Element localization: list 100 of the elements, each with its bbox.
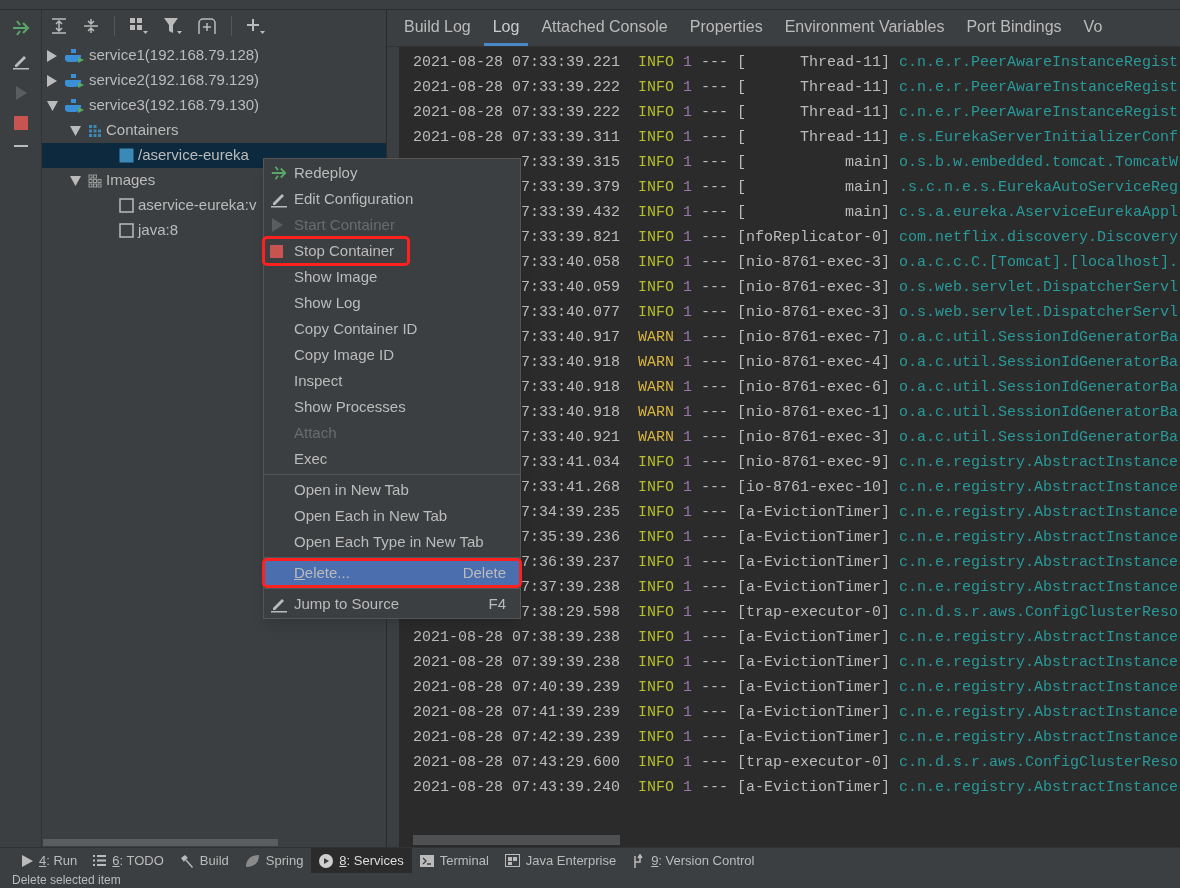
log-logger: c.n.e.registry.AbstractInstance <box>899 503 1179 523</box>
tool-window-button[interactable]: Java Enterprise <box>496 848 625 873</box>
log-pid: 1 <box>683 578 693 598</box>
log-separator: --- <box>701 278 729 298</box>
tab[interactable]: Environment Variables <box>775 10 954 46</box>
filter-icon[interactable] <box>163 17 183 35</box>
services-icon <box>319 853 334 868</box>
log-pid: 1 <box>683 603 693 623</box>
menu-item[interactable]: Stop Container <box>264 238 409 264</box>
log-thread: [nio-8761-exec-3] <box>737 278 891 298</box>
tree-item[interactable]: /aservice-eureka <box>138 144 249 167</box>
version-control-icon <box>632 853 646 868</box>
tree-item[interactable]: java:8 <box>138 219 179 242</box>
group-icon[interactable] <box>129 17 149 35</box>
log-level: WARN <box>638 328 674 348</box>
log-level: INFO <box>638 78 674 98</box>
log-timestamp: 2021-08-28 07:43:39.240 <box>412 778 620 798</box>
log-separator: --- <box>701 78 729 98</box>
log-level: INFO <box>638 153 674 173</box>
menu-item[interactable]: Edit Configuration <box>264 186 520 212</box>
expanded-arrow-icon[interactable] <box>46 100 58 111</box>
collapsed-arrow-icon[interactable] <box>47 74 57 87</box>
menu-item[interactable]: Inspect <box>264 368 520 394</box>
menu-item[interactable]: Copy Container ID <box>264 316 520 342</box>
menu-item[interactable]: Open Each Type in New Tab <box>264 529 520 555</box>
tool-window-button[interactable]: 4: Run <box>14 848 86 873</box>
log-separator: --- <box>701 178 729 198</box>
log-thread: [io-8761-exec-10] <box>737 478 891 498</box>
log-level: INFO <box>638 53 674 73</box>
log-timestamp: 7:37:39.238 <box>520 578 620 598</box>
tab[interactable]: Properties <box>680 10 772 46</box>
log-separator: --- <box>701 578 729 598</box>
log-thread: [ Thread-11] <box>737 128 891 148</box>
tool-window-button[interactable]: 9: Version Control <box>624 848 763 873</box>
menu-item[interactable]: Open in New Tab <box>264 477 520 503</box>
scrollbar[interactable] <box>43 838 278 846</box>
log-thread: [a-EvictionTimer] <box>737 653 891 673</box>
tree-item[interactable]: Images <box>106 169 156 192</box>
log-logger: c.n.e.registry.AbstractInstance <box>899 478 1179 498</box>
log-separator: --- <box>701 228 729 248</box>
log-timestamp: 7:33:40.921 <box>520 428 620 448</box>
tab[interactable]: Vo <box>1074 10 1112 46</box>
log-level: INFO <box>638 278 674 298</box>
menu-item[interactable]: Jump to Source F4 <box>264 591 520 617</box>
log-timestamp: 7:33:41.268 <box>520 478 620 498</box>
log-level: INFO <box>638 728 674 748</box>
minus-icon[interactable] <box>13 144 28 148</box>
log-timestamp: 2021-08-28 07:43:29.600 <box>412 753 620 773</box>
tool-window-button[interactable]: Terminal <box>411 848 497 873</box>
log-logger: o.s.b.w.embedded.tomcat.TomcatW <box>899 153 1179 173</box>
menu-item[interactable]: Show Processes <box>264 394 520 420</box>
log-pid: 1 <box>683 528 693 548</box>
expanded-arrow-icon[interactable] <box>69 175 81 186</box>
log-level: INFO <box>638 653 674 673</box>
tree-item[interactable]: Containers <box>106 119 179 142</box>
log-pid: 1 <box>683 378 693 398</box>
log-separator: --- <box>701 378 729 398</box>
tool-window-button[interactable]: 8: Services <box>311 848 412 873</box>
stop-icon[interactable] <box>13 116 28 130</box>
log-logger: o.s.web.servlet.DispatcherServl <box>899 303 1179 323</box>
tool-window-button[interactable]: Spring <box>236 848 312 873</box>
menu-item[interactable]: Copy Image ID <box>264 342 520 368</box>
log-logger: o.a.c.util.SessionIdGeneratorBa <box>899 403 1179 423</box>
menu-item[interactable]: Show Image <box>264 264 520 290</box>
scrollbar[interactable] <box>413 835 620 845</box>
log-thread: [nio-8761-exec-6] <box>737 378 891 398</box>
tree-item[interactable]: aservice-eureka:v <box>138 194 257 217</box>
tab[interactable]: Build Log <box>395 10 480 46</box>
collapsed-arrow-icon[interactable] <box>47 49 57 62</box>
menu-item[interactable]: Show Log <box>264 290 520 316</box>
tool-window-button[interactable]: 6: TODO <box>85 848 172 873</box>
log-level: INFO <box>638 103 674 123</box>
tab[interactable]: Port Bindings <box>957 10 1071 46</box>
add-icon[interactable] <box>246 17 266 35</box>
log-level: INFO <box>638 528 674 548</box>
log-pid: 1 <box>683 478 693 498</box>
tool-window-button[interactable]: Build <box>171 848 237 873</box>
tab[interactable]: Attached Console <box>532 10 677 46</box>
log-level: WARN <box>638 353 674 373</box>
menu-item[interactable]: Exec <box>264 446 520 472</box>
log-timestamp: 7:36:39.237 <box>520 553 620 573</box>
redeploy-icon[interactable] <box>10 18 31 38</box>
terminal-icon <box>419 854 434 867</box>
menu-item[interactable]: Open Each in New Tab <box>264 503 520 529</box>
log-timestamp: 7:33:41.034 <box>520 453 620 473</box>
log-logger: o.a.c.util.SessionIdGeneratorBa <box>899 428 1179 448</box>
log-pid: 1 <box>683 103 693 123</box>
log-level: WARN <box>638 428 674 448</box>
collapse-all-icon[interactable] <box>82 17 100 35</box>
expand-all-icon[interactable] <box>50 17 68 35</box>
log-timestamp: 2021-08-28 07:41:39.239 <box>412 703 620 723</box>
log-timestamp: 7:33:39.821 <box>520 228 620 248</box>
tree-item[interactable]: service3(192.168.79.130) <box>89 94 260 117</box>
tree-item[interactable]: service2(192.168.79.129) <box>89 69 260 92</box>
tree-item[interactable]: service1(192.168.79.128) <box>89 44 260 67</box>
log-logger: c.n.e.registry.AbstractInstance <box>899 578 1179 598</box>
redeploy-icon <box>270 164 288 182</box>
expanded-arrow-icon[interactable] <box>69 125 81 136</box>
log-level: INFO <box>638 453 674 473</box>
add-service-icon[interactable] <box>197 17 217 35</box>
